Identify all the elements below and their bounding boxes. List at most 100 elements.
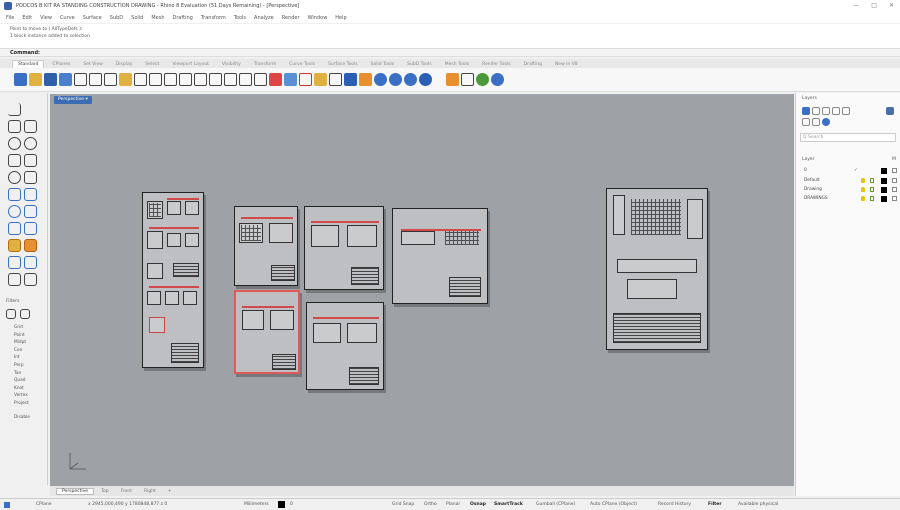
new-file-icon[interactable] xyxy=(14,73,27,86)
osnap-intersection[interactable]: Int xyxy=(14,354,30,362)
osnap-knot[interactable]: Knot xyxy=(14,385,30,393)
osnap-tangent[interactable]: Tan xyxy=(14,370,30,378)
tab-new-in-v8[interactable]: New in V8 xyxy=(550,61,583,68)
ortho-toggle[interactable]: Ortho xyxy=(424,502,437,507)
zoom-icon[interactable] xyxy=(179,73,192,86)
gumball-toggle[interactable]: Gumball (CPlane) xyxy=(536,502,575,507)
osnap-quadrant[interactable]: Quad xyxy=(14,377,30,385)
menu-tools[interactable]: Tools xyxy=(234,15,246,21)
layer-material-icon[interactable] xyxy=(892,196,897,201)
tab-solid-tools[interactable]: Solid Tools xyxy=(366,61,399,68)
tab-mesh-tools[interactable]: Mesh Tools xyxy=(440,61,474,68)
command-prompt[interactable]: Command: xyxy=(0,48,900,57)
tab-perspective[interactable]: Perspective xyxy=(56,487,95,495)
filter-toggle-icon[interactable] xyxy=(6,309,16,319)
auto-cplane-toggle[interactable]: Auto CPlane (Object) xyxy=(590,502,637,507)
layer-row-default-0[interactable]: 0 ✓ xyxy=(804,167,899,175)
arc-icon[interactable] xyxy=(8,171,21,184)
osnap-midpoint[interactable]: Midpt xyxy=(14,339,30,347)
help-icon[interactable] xyxy=(461,73,474,86)
layer-visible-icon[interactable] xyxy=(861,178,865,183)
grid-snap-icon[interactable] xyxy=(344,73,357,86)
copy-tool-icon[interactable] xyxy=(24,256,37,269)
planar-toggle[interactable]: Planar xyxy=(446,502,460,507)
maximize-button[interactable]: □ xyxy=(871,2,877,9)
menu-mesh[interactable]: Mesh xyxy=(151,15,164,21)
layer-help-icon[interactable] xyxy=(822,118,830,126)
record-history-toggle[interactable]: Record History xyxy=(658,502,691,507)
drawing-sheet[interactable] xyxy=(234,206,298,286)
cplane-label[interactable]: CPlane xyxy=(36,502,51,507)
tab-standard[interactable]: Standard xyxy=(12,60,45,68)
close-button[interactable]: ✕ xyxy=(889,2,894,9)
tab-viewport-layout[interactable]: Viewport Layout xyxy=(167,61,214,68)
save-icon[interactable] xyxy=(44,73,57,86)
layer-search-input[interactable]: Q Search xyxy=(800,133,896,142)
object-properties-icon[interactable] xyxy=(329,73,342,86)
point-icon[interactable] xyxy=(8,120,21,133)
menu-render[interactable]: Render xyxy=(282,15,300,21)
tab-transform[interactable]: Transform xyxy=(249,61,281,68)
paste-icon[interactable] xyxy=(119,73,132,86)
pan-icon[interactable] xyxy=(149,73,162,86)
dimension-icon[interactable] xyxy=(8,273,21,286)
zoom-extents-icon[interactable] xyxy=(209,73,222,86)
lock-objects-icon[interactable] xyxy=(299,73,312,86)
tab-visibility[interactable]: Visibility xyxy=(217,61,246,68)
layer-icon[interactable] xyxy=(314,73,327,86)
osnap-perpendicular[interactable]: Perp xyxy=(14,362,30,370)
layer-row[interactable]: DRAWINGS xyxy=(804,195,899,203)
layer-material-icon[interactable] xyxy=(892,168,897,173)
menu-file[interactable]: File xyxy=(6,15,14,21)
osnap-disable[interactable]: Disable xyxy=(14,414,30,422)
menu-window[interactable]: Window xyxy=(308,15,328,21)
viewport-title[interactable]: Perspective ▾ xyxy=(54,96,92,104)
polyline-icon[interactable] xyxy=(24,120,37,133)
options-icon[interactable] xyxy=(446,73,459,86)
drawing-sheet[interactable] xyxy=(142,192,204,368)
tab-surface-tools[interactable]: Surface Tools xyxy=(323,61,363,68)
tab-display[interactable]: Display xyxy=(111,61,138,68)
four-views-icon[interactable] xyxy=(254,73,267,86)
grid-snap-toggle[interactable]: Grid Snap xyxy=(392,502,414,507)
menu-analyze[interactable]: Analyze xyxy=(254,15,274,21)
tab-set-view[interactable]: Set View xyxy=(78,61,108,68)
osnap-grid[interactable]: Grid xyxy=(14,324,30,332)
layer-tools-icon[interactable] xyxy=(802,118,810,126)
undo-view-icon[interactable] xyxy=(239,73,252,86)
tab-select[interactable]: Select xyxy=(140,61,164,68)
drawing-sheet[interactable] xyxy=(304,206,384,290)
drawing-sheet[interactable] xyxy=(392,208,488,304)
cut-icon[interactable] xyxy=(89,73,102,86)
menu-curve[interactable]: Curve xyxy=(60,15,75,21)
layer-material-icon[interactable] xyxy=(892,187,897,192)
tab-render-tools[interactable]: Render Tools xyxy=(477,61,516,68)
minimize-button[interactable]: — xyxy=(853,2,859,9)
osnap-vertex[interactable]: Vertex xyxy=(14,392,30,400)
menu-transform[interactable]: Transform xyxy=(201,15,226,21)
layer-material-icon[interactable] xyxy=(892,178,897,183)
rectangle-icon[interactable] xyxy=(8,154,21,167)
circle-icon[interactable] xyxy=(8,137,21,150)
menu-view[interactable]: View xyxy=(40,15,52,21)
surface-icon[interactable] xyxy=(8,188,21,201)
mesh-icon[interactable] xyxy=(8,222,21,235)
layer-visible-icon[interactable] xyxy=(861,187,865,192)
select-icon[interactable] xyxy=(8,103,21,116)
print-icon[interactable] xyxy=(59,73,72,86)
perspective-viewport[interactable]: Perspective ▾ xyxy=(50,94,794,486)
move-layer-down-icon[interactable] xyxy=(842,107,850,115)
fillet-icon[interactable] xyxy=(24,239,37,252)
tab-cplanes[interactable]: CPlanes xyxy=(47,61,75,68)
osnap-toggle[interactable]: Osnap xyxy=(470,502,486,507)
command-help-icon[interactable] xyxy=(476,73,489,86)
layer-color-swatch[interactable] xyxy=(278,501,285,508)
menu-edit[interactable]: Edit xyxy=(22,15,32,21)
layer-row[interactable]: Drawing xyxy=(804,186,899,194)
menu-subd[interactable]: SubD xyxy=(110,15,123,21)
tab-front[interactable]: Front xyxy=(116,489,137,494)
menu-surface[interactable]: Surface xyxy=(83,15,102,21)
extrude-icon[interactable] xyxy=(24,188,37,201)
sphere-icon[interactable] xyxy=(8,205,21,218)
text-icon[interactable] xyxy=(24,273,37,286)
